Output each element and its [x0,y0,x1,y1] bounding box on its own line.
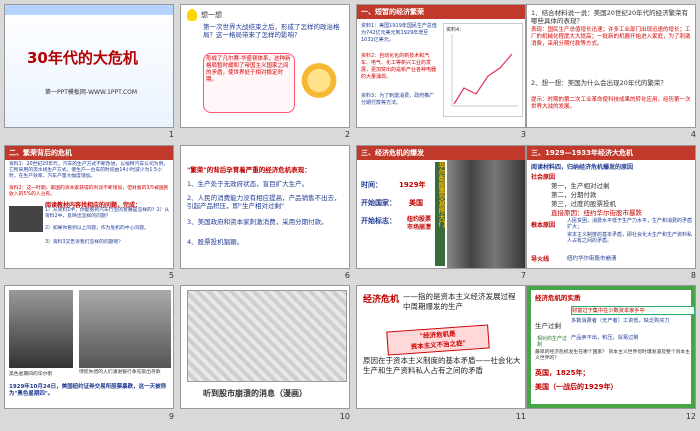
slide-12-note: 相对的生产过剩 [537,336,568,348]
slide-8-root-cause-label: 根本原因 [531,222,556,229]
slide-number-2: 2 [344,130,350,139]
slide-thumbnail-7[interactable]: 三、经济危机的爆发 时间： 1929年 开始国家： 美国 开始标志： 纽约股票市… [356,145,526,269]
slide-7-header: 三、经济危机的爆发 [361,149,424,157]
slide-9-caption-1: 黑色星期四的华尔街 [9,372,53,377]
slide-8-direct-cause: 直接原因：纽约华尔街股市暴跌 [551,209,642,217]
slide-12-overproduction: 生产过剩 [535,322,561,330]
slide-6-item-4: 4、股票投机猖獗。 [187,238,244,246]
slide-thumbnail-2[interactable]: 想一想 第一次世界大战结束之后，形成了怎样的政治格局？这一格局带来了怎样的影响？… [180,4,350,128]
slide-thumbnail-3[interactable]: 一、短暂的经济繁荣 资料1：美国1919年国民生产总值为742亿元美元到1929… [356,4,526,128]
slide-number-5: 5 [168,271,174,280]
slide-7-mark-value: 纽约股票市场崩溃 [407,216,432,231]
slide-8-item-3: 第三，过度的股票投机 [551,200,616,208]
slide-number-8: 8 [690,271,696,280]
slide-number-3: 3 [520,130,526,139]
slide-8-question: 阅读材料四，归纳经济危机爆发的原因 [531,164,634,171]
slide-number-1: 1 [168,130,174,139]
slide-2-header: 想一想 [201,11,222,19]
slide-12-reason-1: 财富过于集中在少数资本家手中 [571,306,695,315]
slide-3-header: 一、短暂的经济繁荣 [361,8,424,16]
slide-8-root-cause-1: 人民贫困，消费水平低于生产力水平，生产和消费的矛盾扩大； [567,218,693,230]
slide-thumbnail-10[interactable]: 听到股市崩溃的消息（漫画） [180,285,350,409]
slide-thumbnail-5[interactable]: 二、繁荣背后的危机 资料1：20世纪20年代，汽车的生产方式不断改进，以福特汽车… [4,145,174,269]
slide-8-item-2: 第二，分期付款 [551,191,597,199]
slide-4-a2: 提示：时期的第二次工业革命使科技成果的转化应用，经历第一次世界大战的发展。 [531,97,691,110]
slide-6-item-2: 2、人民的消费能力没有相应提高，产品销售不出去，引起产品积压，即"生产相对过剩" [187,194,341,210]
slide-8-header: 三、1929—1933年经济大危机 [531,149,633,157]
slide-11-line-2: 原因在于资本主义制度的基本矛盾——社会化大生产和生产资料私人占有之间的矛盾 [363,356,521,375]
slide-thumbnail-4[interactable]: 1、结合材料说一说：美国20世纪20年代的经济繁荣有哪些具体的表现？ 表现：国民… [526,4,696,128]
slide-5-header: 二、繁荣背后的危机 [9,149,72,157]
slide-8-social-cause-label: 社会原因 [531,174,556,181]
slide-number-4: 4 [690,130,696,139]
bank-run-photo [79,290,171,368]
wall-street-crowd-photo [9,290,73,368]
slide-7-time-label: 时间： [361,181,382,189]
slide-4-q1: 1、结合材料说一说：美国20世纪20年代的经济繁荣有哪些具体的表现？ [531,9,689,25]
slide-12-answer-2: 美国（一战后的1929年） [535,383,618,391]
slide-3-p2: 资料2：自动化化的新技术和汽车、电气、化工等新兴工业的发展，更加突出的是新产业各… [361,53,437,80]
slide-10-caption: 听到股市崩溃的消息（漫画） [203,389,307,398]
slide-5-q1: 1）从资料1中，你能看到汽车行业的发展是怎样的？2）从资料2中，反映出怎样的问题… [45,208,170,219]
slide-5-p1: 资料1：20世纪20年代，汽车的生产方式不断改进，以福特汽车公司为例，它所采用的… [9,162,169,179]
slide-1-footer: 第一PPT模板网-WWW.1PPT.COM [45,89,138,96]
slide-11-stamp: "经济危机是 资本主义不治之症" [386,324,490,356]
cartoon-girl-icon [299,63,339,113]
gdp-line-chart [451,34,518,107]
slide-2-question: 第一次世界大战结束之后，形成了怎样的政治格局？这一格局带来了怎样的影响？ [203,23,340,39]
slide-thumbnail-11[interactable]: 经济危机 ——指的是资本主义经济发展过程中周期爆发的生产 "经济危机是 资本主义… [356,285,526,409]
slide-thumbnail-6[interactable]: "繁荣"的背后孕育着严重的经济危机表现： 1、生产处于无政府状态，盲目扩大生产。… [180,145,350,269]
slide-3-p3: 资料3：为了刺激消费，政府推广分期付款等方法。 [361,93,435,106]
slide-7-mark-label: 开始标志： [361,217,396,225]
slide-1-title: 30年代的大危机 [27,49,138,67]
slide-5-q3: 3）资料3又告诉我们怎样的问题呢？ [45,240,124,245]
wall-street-photo [447,160,525,268]
slide-thumbnail-8[interactable]: 三、1929—1933年经济大危机 阅读材料四，归纳经济危机爆发的原因 社会原因… [526,145,696,269]
slide-12-reason-2: 多数消费者（无产者）工资低，缺乏购买力 [571,318,670,324]
slide-4-q2: 2、想一想：美国为什么会出现20年代的繁荣？ [531,79,667,87]
slide-number-9: 9 [168,412,174,421]
cartoon-crash-image [187,290,347,382]
slide-thumbnail-1[interactable]: 30年代的大危机 第一PPT模板网-WWW.1PPT.COM [4,4,174,128]
slide-6-title: "繁荣"的背后孕育着严重的经济危机表现： [187,166,311,174]
slide-7-vertical-banner: 华尔街股票交易所大门 [435,162,445,266]
slide-8-fuse-value: 纽约华尔街股市崩溃 [567,256,617,262]
slide-number-6: 6 [344,271,350,280]
slide-7-country-value: 美国 [409,199,423,207]
slide-9-caption-2: 惊慌失措的人们涌进银行争先取出存款 [79,370,161,375]
slide-7-country-label: 开始国家： [361,199,396,207]
slide-sorter-grid: 30年代的大危机 第一PPT模板网-WWW.1PPT.COM 1 想一想 第一次… [0,0,700,431]
slide-12-reason-3: 产品卖不出，积压，贸易过剩 [571,335,639,341]
slide-5-q2: 2）如果你看到以上问题，作为危机的中心问题。 [45,226,149,231]
slide-thumbnail-9[interactable]: 黑色星期四的华尔街 惊慌失措的人们涌进银行争先取出存款 1929年10月24日，… [4,285,174,409]
slide-11-title: 经济危机 [363,295,400,305]
slide-9-caption-3: 1929年10月24日，美国纽约证券交易所股票暴跌，这一天被称为"黑色星期四"。 [9,384,167,397]
slide-6-item-3: 3、美国政府和资本家刺激消费，采用分期付款。 [187,218,328,226]
slide-number-12: 12 [685,412,696,421]
slide-8-fuse-label: 导火线 [531,256,550,263]
slide-number-11: 11 [515,412,526,421]
slide-3-chart: 资料4： [443,23,523,117]
slide-7-time-value: 1929年 [399,181,426,189]
slide-12-answer-1: 英国，1825年； [535,369,590,377]
slide-number-10: 10 [339,412,350,421]
slide-6-item-1: 1、生产处于无政府状态，盲目扩大生产。 [187,180,309,188]
slide-12-header: 经济危机的实质 [535,294,581,302]
slide-12-question: 最早的经济危机发生在哪个国家？ 资本主义世界何时爆发波及整个资本主义世界的？ [535,350,691,361]
slide-3-p1: 资料1：美国1919年国民生产总值为742亿元美元到1929年增至1031亿美元… [361,23,437,43]
slide-2-answer-bubble: 形成了凡尔赛-华盛顿体系，这种新格局暂时缓和了帝国主义国家之间的矛盾，使世界处于… [203,53,295,113]
slide-4-a1: 表现：国民生产总值增长迅速；许多工业部门出现迅速的增长；工厂的机械化程度大大提高… [531,27,691,47]
slide-11-line-1: ——指的是资本主义经济发展过程中周期爆发的生产 [403,292,516,311]
car-photo [9,206,43,232]
slide-8-root-cause-2: 资本主义制度的基本矛盾，即社会化大生产和生产资料私人占有之间的矛盾。 [567,232,693,244]
lightbulb-icon [187,9,197,21]
slide-number-7: 7 [520,271,526,280]
slide-8-item-1: 第一，生产相对过剩 [551,182,610,190]
slide-5-p2: 资料2：这一时期，美国的资本家获得的利润不断增加，但财富的3/5被国民收入的5%… [9,186,169,197]
slide-thumbnail-12[interactable]: 经济危机的实质 生产过剩 相对的生产过剩 财富过于集中在少数资本家手中 多数消费… [526,285,696,409]
